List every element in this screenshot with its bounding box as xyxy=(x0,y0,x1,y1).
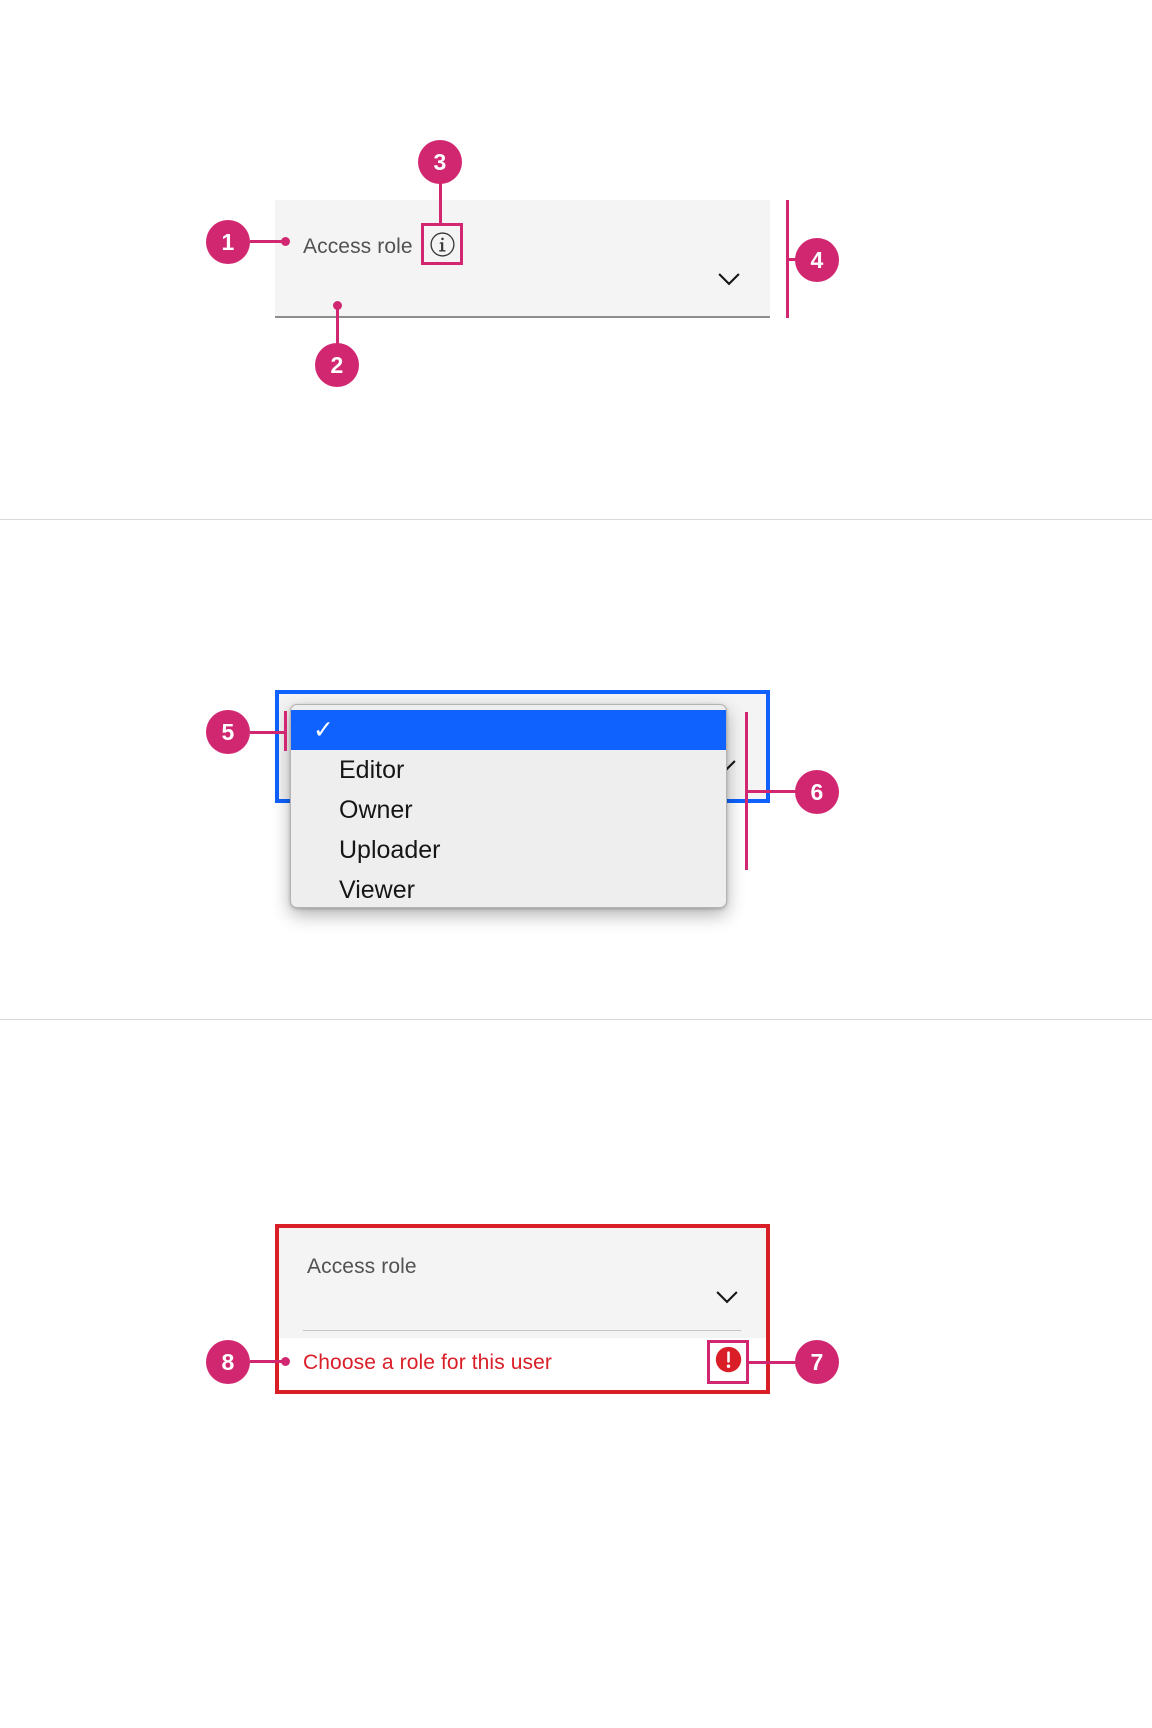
callout-badge-3: 3 xyxy=(418,140,462,184)
information-icon-annotation xyxy=(421,223,463,265)
callout-leader-1 xyxy=(250,240,284,243)
section-divider-2 xyxy=(0,1019,1152,1020)
menu-item-uploader[interactable]: Uploader xyxy=(291,830,726,870)
access-role-label: Access role xyxy=(307,1255,417,1278)
callout-tick-5 xyxy=(284,711,287,751)
menu-item-label: Owner xyxy=(339,795,413,824)
field-divider-rule xyxy=(303,1330,741,1331)
annotation-canvas: Access role 1 2 3 4 ✓ Editor Owner Uploa… xyxy=(0,0,1152,1728)
callout-leader-5 xyxy=(250,731,286,734)
callout-badge-7: 7 xyxy=(795,1340,839,1384)
chevron-down-icon[interactable] xyxy=(710,1280,744,1314)
checkmark-icon: ✓ xyxy=(313,716,334,744)
callout-leader-2 xyxy=(336,305,339,345)
menu-item-label: Editor xyxy=(339,755,405,784)
callout-leader-3 xyxy=(439,181,442,225)
menu-item-label: Viewer xyxy=(339,875,415,904)
callout-badge-1: 1 xyxy=(206,220,250,264)
callout-badge-4: 4 xyxy=(795,238,839,282)
menu-item-owner[interactable]: Owner xyxy=(291,790,726,830)
error-filled-icon xyxy=(714,1345,743,1379)
access-role-select-invalid[interactable]: Access role xyxy=(279,1228,766,1338)
callout-dot-2 xyxy=(333,301,342,310)
chevron-down-icon[interactable] xyxy=(712,262,746,296)
callout-badge-2: 2 xyxy=(315,343,359,387)
access-role-label: Access role xyxy=(303,235,413,258)
menu-item-selected[interactable]: ✓ xyxy=(291,710,726,750)
menu-item-editor[interactable]: Editor xyxy=(291,750,726,790)
callout-badge-6: 6 xyxy=(795,770,839,814)
information-icon[interactable] xyxy=(429,231,456,258)
section-divider-1 xyxy=(0,519,1152,520)
callout-badge-5: 5 xyxy=(206,710,250,754)
role-dropdown-menu[interactable]: ✓ Editor Owner Uploader Viewer xyxy=(290,704,727,908)
error-icon-annotation xyxy=(707,1340,749,1384)
menu-item-label: Uploader xyxy=(339,835,441,864)
error-message: Choose a role for this user xyxy=(303,1351,552,1374)
callout-badge-8: 8 xyxy=(206,1340,250,1384)
field-underline xyxy=(275,316,770,318)
menu-item-viewer[interactable]: Viewer xyxy=(291,870,726,907)
callout-leader-8 xyxy=(250,1360,284,1363)
callout-dot-1 xyxy=(281,237,290,246)
callout-dot-8 xyxy=(281,1357,290,1366)
access-role-select-default[interactable]: Access role xyxy=(275,200,770,318)
